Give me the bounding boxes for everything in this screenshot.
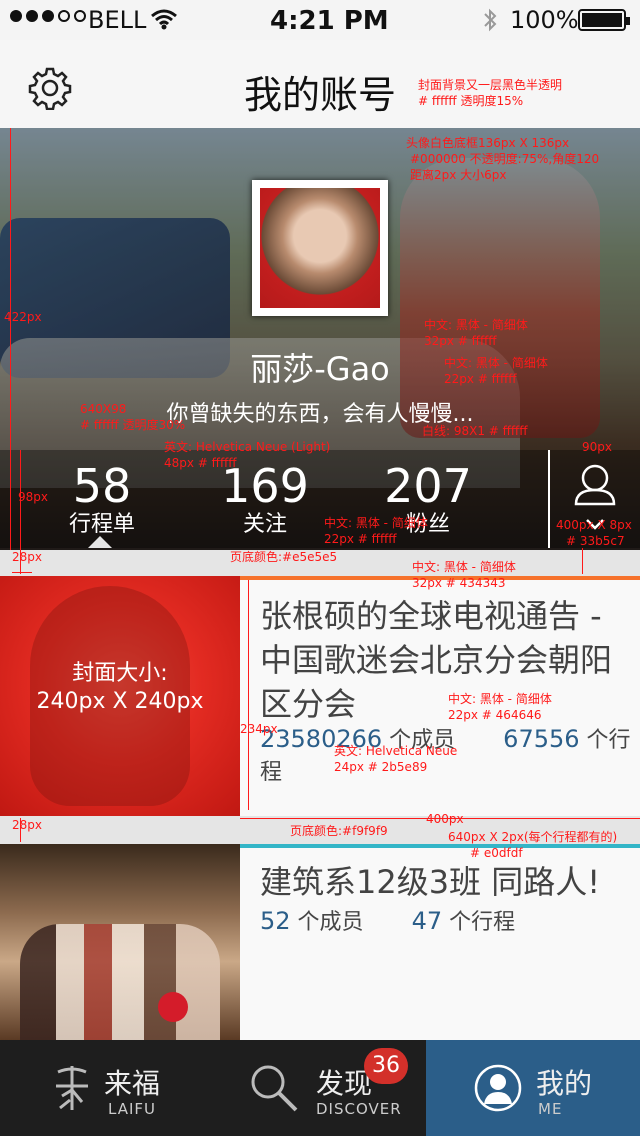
annotation-guide-line <box>240 818 640 819</box>
group-cover-image: 封面大小: 240px X 240px <box>0 576 240 816</box>
annotation: 22px # ffffff <box>444 372 517 386</box>
annotation: 头像白色底框136px X 136px <box>406 136 570 150</box>
annotation: 封面背景又一层黑色半透明 <box>418 78 563 92</box>
group-card-accent <box>240 844 640 848</box>
group-title: 张根硕的全球电视通告 - 中国歌迷会北京分会朝阳区分会 <box>260 597 613 723</box>
user-avatar-icon <box>474 1064 522 1112</box>
annotation-guide-line <box>12 572 32 573</box>
cover-caption-line2: 240px X 240px <box>36 689 204 714</box>
annotation: 28px <box>12 818 42 832</box>
annotation: 640X98 <box>80 402 127 416</box>
group-member-label: 个成员 <box>297 910 364 935</box>
annotation-guide-line <box>20 450 21 574</box>
annotation-guide-line <box>20 818 21 842</box>
annotation: 中文: 黑体 - 简细体 <box>324 516 428 530</box>
group-member-count: 52 <box>260 907 291 935</box>
group-stats: 52 个成员 47 个行程 <box>260 904 515 936</box>
annotation: 距离2px 大小6px <box>410 168 507 182</box>
annotation: 22px # ffffff <box>324 532 397 546</box>
signal-strength-icon <box>10 10 86 22</box>
annotation: 234px <box>240 722 278 736</box>
status-bar: BELL 4:21 PM 100% <box>0 0 640 40</box>
tab-laifu-label: 来福 <box>104 1067 161 1100</box>
stat-following-label: 关注 <box>242 512 287 537</box>
group-cover-image <box>0 844 240 1040</box>
annotation: 28px <box>12 550 42 564</box>
group-trip-count: 67556 <box>503 725 580 753</box>
annotation: 英文: Helvetica Neue <box>334 744 458 758</box>
annotation: # ffffff 透明度30% <box>80 418 186 432</box>
annotation: 98px <box>18 490 48 504</box>
annotation: 中文: 黑体 - 简细体 <box>412 560 516 574</box>
annotation: # 33b5c7 <box>566 534 625 548</box>
bluetooth-icon <box>484 8 497 32</box>
tab-laifu[interactable]: 来福 LAIFU <box>0 1040 212 1136</box>
wifi-icon <box>151 9 177 30</box>
annotation: 400px <box>426 812 464 826</box>
annotation: 白线: 98X1 # ffffff <box>422 424 528 438</box>
annotation: 400px X 8px <box>556 518 632 532</box>
annotation: 640px X 2px(每个行程都有的) <box>448 830 618 844</box>
battery-percent: 100% <box>510 6 579 34</box>
group-trip-label: 个行程 <box>449 910 516 935</box>
settings-gear-icon[interactable] <box>28 66 72 110</box>
battery-icon <box>578 9 630 31</box>
discover-badge: 36 <box>364 1048 408 1084</box>
stat-trips-count: 58 <box>72 459 132 513</box>
annotation: 页底颜色:#f9f9f9 <box>290 824 388 838</box>
annotation: # ffffff 透明度15% <box>418 94 524 108</box>
annotation-guide-line <box>10 128 11 550</box>
annotation: 90px <box>582 440 612 454</box>
selected-stat-indicator <box>88 536 112 548</box>
stat-trips-label: 行程单 <box>68 512 135 537</box>
tab-laifu-sub: LAIFU <box>108 1100 156 1118</box>
annotation: 24px # 2b5e89 <box>334 760 428 774</box>
annotation: # e0dfdf <box>470 846 523 860</box>
group-trip-count: 47 <box>411 907 443 935</box>
tab-me[interactable]: 我的 ME <box>426 1040 640 1136</box>
tab-discover-sub: DISCOVER <box>316 1100 402 1118</box>
annotation: #000000 不透明度:75%,角度120 <box>410 152 600 166</box>
tab-me-sub: ME <box>538 1100 563 1118</box>
stat-followers-count: 207 <box>384 459 472 513</box>
avatar[interactable] <box>252 180 388 316</box>
annotation: 32px # ffffff <box>424 334 497 348</box>
cover-caption-line1: 封面大小: <box>72 661 168 686</box>
carrier-label: BELL <box>88 6 147 34</box>
tab-me-label: 我的 <box>536 1067 593 1100</box>
annotation: 48px # ffffff <box>164 456 237 470</box>
stat-trips[interactable]: 58 行程单 <box>40 450 164 548</box>
annotation: 中文: 黑体 - 简细体 <box>424 318 528 332</box>
clock: 4:21 PM <box>270 6 389 36</box>
annotation-guide-line <box>248 580 249 810</box>
annotation: 页底颜色:#e5e5e5 <box>230 550 338 564</box>
annotation: 22px # 464646 <box>448 708 542 722</box>
group-title: 建筑系12级3班 同路人! <box>260 863 601 901</box>
annotation: 中文: 黑体 - 简细体 <box>444 356 548 370</box>
laifu-logo-icon <box>56 1066 88 1110</box>
annotation: 32px # 434343 <box>412 576 506 590</box>
annotation: 英文: Helvetica Neue (Light) <box>164 440 331 454</box>
search-icon <box>251 1065 298 1112</box>
annotation-guide-line <box>582 548 583 574</box>
annotation: 中文: 黑体 - 简细体 <box>448 692 552 706</box>
